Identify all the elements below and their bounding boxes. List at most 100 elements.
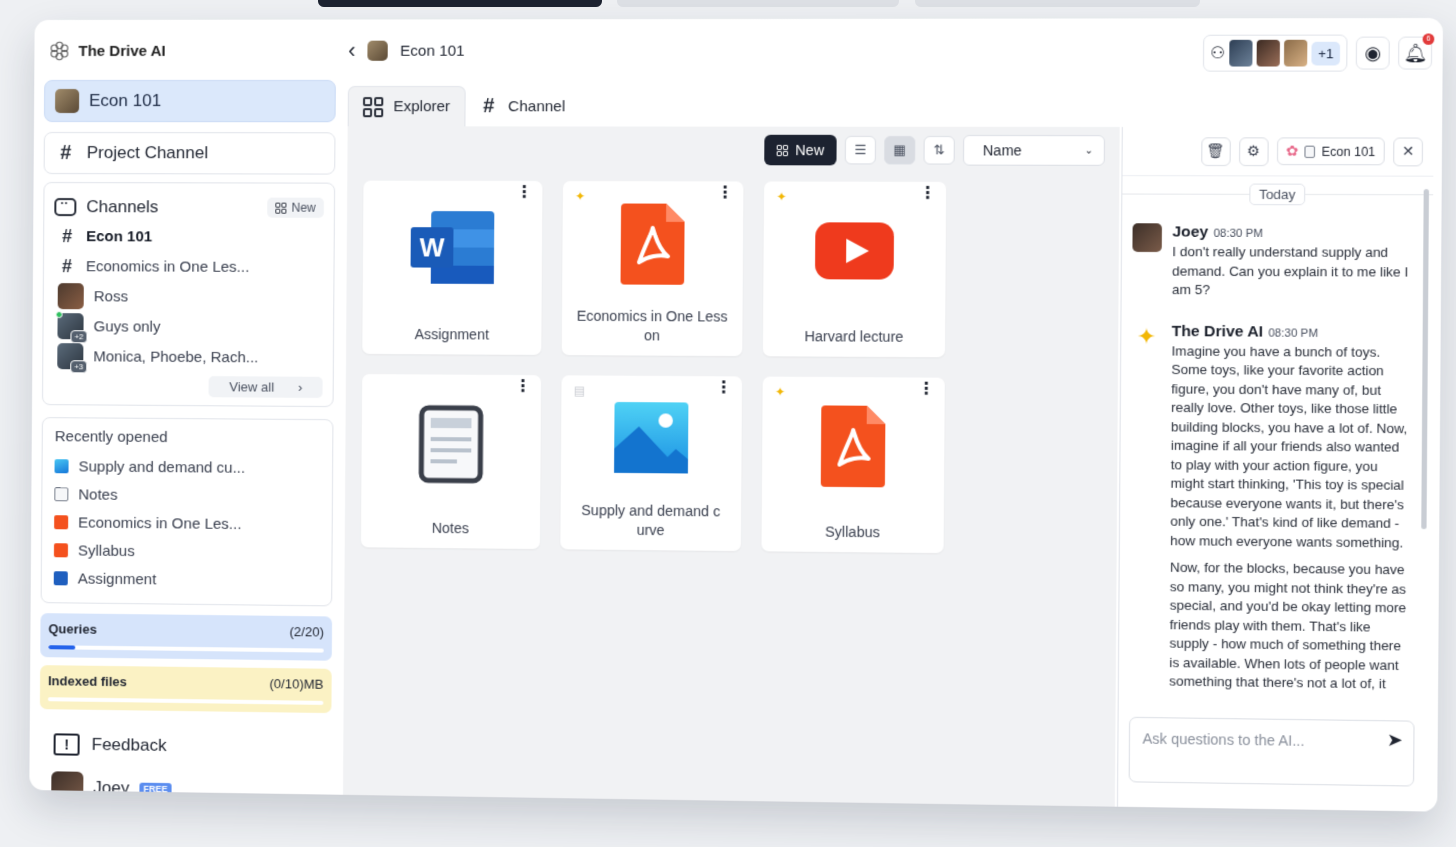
chat-bubble-icon	[54, 198, 77, 217]
browser-tab[interactable]	[915, 0, 1200, 7]
ai-indexed-icon: ✦	[774, 384, 786, 400]
close-button[interactable]: ✕	[1393, 136, 1424, 166]
sort-select[interactable]: Name ⌄	[962, 134, 1105, 166]
indexed-files-label: Indexed files	[48, 673, 127, 690]
more-options-icon[interactable]: ⋮	[717, 184, 734, 201]
view-all-button[interactable]: View all ›	[208, 376, 323, 398]
channel-item[interactable]: # Economics in One Les...	[54, 251, 324, 282]
queries-label: Queries	[48, 621, 97, 637]
recent-item[interactable]: Notes	[54, 480, 320, 510]
recent-item-label: Syllabus	[77, 541, 135, 560]
more-options-icon[interactable]: ⋮	[514, 378, 530, 395]
channel-label: Econ 101	[86, 227, 153, 245]
channel-item-group[interactable]: +2 Guys only	[53, 311, 323, 344]
context-selector[interactable]: ✿ Econ 101	[1276, 137, 1385, 166]
sidebar-item-project-channel[interactable]: # Project Channel	[43, 132, 336, 175]
new-file-button[interactable]: New	[764, 134, 837, 166]
more-options-icon[interactable]: ⋮	[715, 379, 732, 396]
header: ‹ Econ 101 ⚇ +1 ◉ 🔔︎ 6	[348, 18, 1443, 82]
channel-label: Ross	[93, 287, 129, 305]
tab-explorer[interactable]: Explorer	[347, 86, 466, 127]
channel-item-group[interactable]: +3 Monica, Phoebe, Rach...	[53, 341, 323, 374]
list-view-button[interactable]: ☰	[844, 135, 877, 165]
channel-label: Guys only	[93, 317, 161, 336]
file-card[interactable]: ✦ ⋮ Economics in One Less on	[561, 181, 744, 357]
hash-icon: #	[61, 255, 73, 276]
chevron-left-icon[interactable]: ‹	[348, 38, 356, 64]
grid-view-button[interactable]: ▦	[884, 135, 916, 165]
recent-item[interactable]: Syllabus	[53, 536, 320, 567]
settings-button[interactable]: ⚙	[1238, 136, 1269, 166]
channels-title: Channels	[86, 197, 159, 217]
image-badge-icon: ▤	[573, 383, 586, 398]
channels-panel: Channels New # Econ 101 # Economics in O…	[41, 182, 336, 408]
brand-logo-icon	[50, 41, 69, 61]
new-channel-label: New	[291, 200, 316, 215]
delete-button[interactable]: 🗑︎	[1200, 136, 1231, 166]
tab-channel[interactable]: # Channel	[465, 86, 579, 126]
pdf-file-icon	[820, 405, 886, 488]
member-count-badge: +2	[70, 330, 88, 344]
explorer-content: New ☰ ▦ ⇅ Name ⌄ ⋮ W Assignment ✦ ⋮ Econ…	[342, 126, 1120, 807]
ask-ai-input[interactable]: Ask questions to the AI... ➤	[1128, 716, 1415, 787]
browser-tab[interactable]	[617, 0, 899, 7]
file-card[interactable]: ⋮ Notes	[360, 374, 542, 550]
channel-item[interactable]: # Econ 101	[54, 221, 324, 252]
sidebar: The Drive AI Econ 101 # Project Channel …	[29, 20, 346, 804]
tab-explorer-label: Explorer	[393, 98, 451, 116]
chat-message: ✦ The Drive AI 08:30 PM Imagine you have…	[1129, 322, 1413, 694]
members-extra-count: +1	[1311, 41, 1341, 65]
recent-item[interactable]: Assignment	[53, 564, 320, 595]
feedback-button[interactable]: ! Feedback	[40, 727, 332, 765]
recently-opened-panel: Recently opened Supply and demand cu... …	[40, 417, 334, 607]
channel-item-dm[interactable]: Ross	[54, 281, 324, 312]
file-card[interactable]: ✦ ⋮ Syllabus	[761, 376, 945, 554]
course-avatar	[367, 40, 389, 61]
file-name: Assignment	[414, 325, 490, 343]
chevron-right-icon: ›	[287, 376, 313, 398]
sort-icon: ⇅	[933, 142, 945, 158]
message-list: Joey 08:30 PM I don't really understand …	[1119, 211, 1433, 709]
project-label: Project Channel	[86, 143, 209, 163]
sort-direction-button[interactable]: ⇅	[923, 135, 955, 165]
recent-item[interactable]: Supply and demand cu...	[54, 452, 320, 482]
grid-plus-icon	[776, 144, 789, 156]
brand[interactable]: The Drive AI	[44, 38, 336, 64]
course-label: Econ 101	[89, 91, 162, 111]
browser-tab-active[interactable]	[318, 0, 602, 7]
more-options-icon[interactable]: ⋮	[516, 184, 532, 201]
avatar	[1256, 39, 1281, 67]
globe-button[interactable]: ◉	[1355, 36, 1390, 70]
image-file-icon	[54, 459, 69, 474]
more-options-icon[interactable]: ⋮	[918, 381, 935, 398]
chevron-down-icon: ⌄	[1084, 144, 1094, 157]
sidebar-item-course[interactable]: Econ 101	[43, 79, 336, 123]
close-icon: ✕	[1401, 142, 1415, 160]
grid-plus-icon	[275, 202, 287, 214]
send-icon[interactable]: ➤	[1387, 730, 1403, 752]
more-options-icon[interactable]: ⋮	[919, 185, 936, 202]
main-area: ‹ Econ 101 ⚇ +1 ◉ 🔔︎ 6 Explorer # Channe…	[342, 18, 1443, 812]
user-profile[interactable]: Joey FREE	[39, 769, 331, 810]
members-button[interactable]: ⚇ +1	[1202, 34, 1348, 72]
file-card[interactable]: ⋮ W Assignment	[362, 180, 543, 355]
file-card[interactable]: ▤ ⋮ Supply and demand c urve	[560, 375, 743, 552]
pdf-file-icon	[620, 203, 685, 285]
file-card[interactable]: ✦ ⋮ Harvard lecture	[762, 181, 947, 358]
recent-item[interactable]: Economics in One Les...	[54, 508, 320, 539]
message-text: I don't really understand supply and dem…	[1171, 243, 1409, 298]
hash-icon: #	[60, 141, 72, 164]
indexed-files-meter: Indexed files (0/10)MB	[39, 665, 332, 714]
brand-name: The Drive AI	[78, 42, 166, 60]
group-avatar: +3	[57, 343, 88, 374]
tab-bar: Explorer # Channel	[347, 82, 1443, 127]
list-icon: ☰	[854, 142, 867, 158]
message-time: 08:30 PM	[1213, 227, 1264, 241]
file-name: Syllabus	[825, 523, 880, 541]
notifications-button[interactable]: 🔔︎ 6	[1398, 33, 1435, 70]
page-title: Econ 101	[400, 42, 465, 60]
channel-label: Monica, Phoebe, Rach...	[93, 347, 259, 366]
new-channel-button[interactable]: New	[267, 197, 324, 218]
gear-icon: ⚙	[1246, 142, 1261, 159]
chat-message: Joey 08:30 PM I don't really understand …	[1132, 223, 1414, 301]
